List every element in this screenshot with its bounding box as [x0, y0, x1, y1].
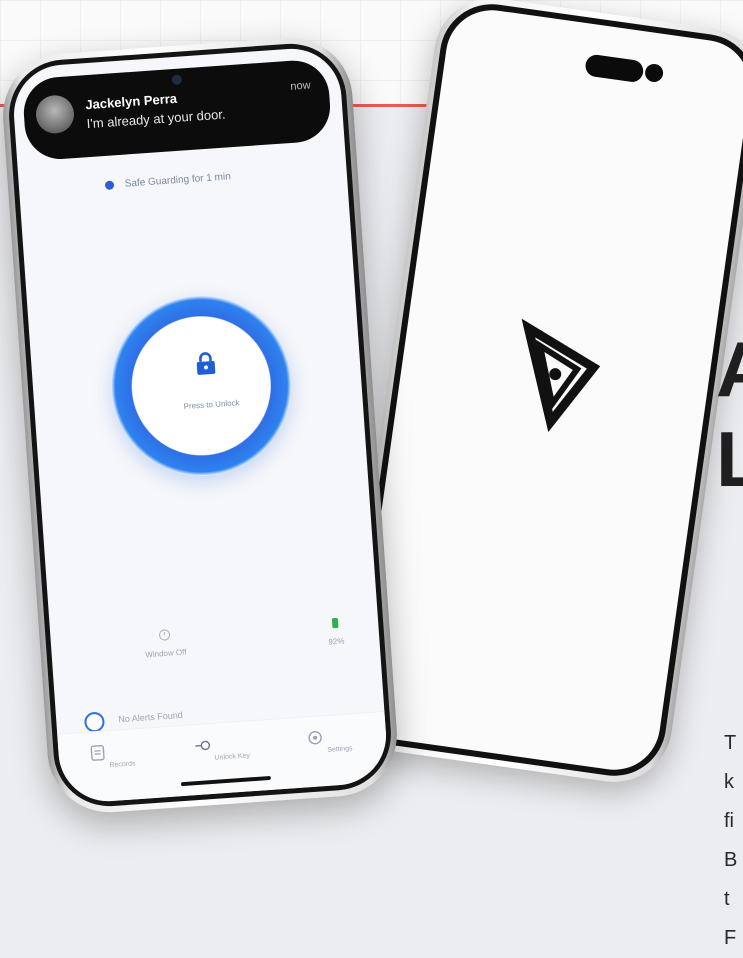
- settings-icon: [306, 728, 325, 747]
- camera-lens-icon: [644, 63, 664, 83]
- phone-front: Jackelyn Perra I'm already at your door.…: [0, 34, 401, 817]
- description-line: t: [724, 880, 737, 919]
- phone-front-screen: Jackelyn Perra I'm already at your door.…: [11, 45, 390, 804]
- tab-records[interactable]: Records: [76, 741, 148, 772]
- avatar: [35, 94, 76, 135]
- notification-time: now: [290, 79, 311, 92]
- key-icon: [193, 736, 212, 755]
- lock-icon: [195, 351, 217, 376]
- description-line: fi: [724, 802, 737, 841]
- widget-battery[interactable]: 92%: [295, 614, 377, 649]
- notification-name: Jackelyn Perra: [85, 91, 178, 112]
- widget-window-label: Window Off: [145, 648, 187, 660]
- tab-unlock-key-label: Unlock Key: [214, 752, 250, 761]
- description-line: B: [724, 841, 737, 880]
- description: T k fi B t F: [724, 724, 737, 958]
- camera-bar-icon: [584, 53, 644, 83]
- description-line: T: [724, 724, 737, 763]
- description-line: k: [724, 763, 737, 802]
- tab-settings-label: Settings: [327, 745, 353, 754]
- tab-settings[interactable]: Settings: [294, 725, 366, 756]
- widget-battery-label: 92%: [328, 636, 345, 646]
- tab-records-label: Records: [109, 760, 136, 769]
- phone-back: [337, 0, 743, 789]
- headline-line-1: A: [716, 330, 743, 408]
- widget-window[interactable]: Window Off: [124, 626, 206, 661]
- status-text: Safe Guarding for 1 min: [124, 171, 231, 189]
- status-line: Safe Guarding for 1 min: [105, 171, 231, 191]
- window-icon: [158, 629, 171, 642]
- headline-line-2: L: [716, 420, 743, 498]
- phone-back-screen: [350, 4, 743, 775]
- records-icon: [88, 743, 107, 762]
- description-line: F: [724, 919, 737, 958]
- alert-row-text: No Alerts Found: [118, 710, 183, 724]
- status-dot-icon: [105, 180, 115, 190]
- front-camera-icon: [172, 74, 183, 85]
- brand-logo-icon: [505, 317, 609, 438]
- unlock-button[interactable]: [105, 290, 297, 482]
- notification-island[interactable]: Jackelyn Perra I'm already at your door.…: [21, 58, 332, 161]
- tab-unlock-key[interactable]: Unlock Key: [186, 733, 258, 764]
- battery-icon: [331, 617, 340, 630]
